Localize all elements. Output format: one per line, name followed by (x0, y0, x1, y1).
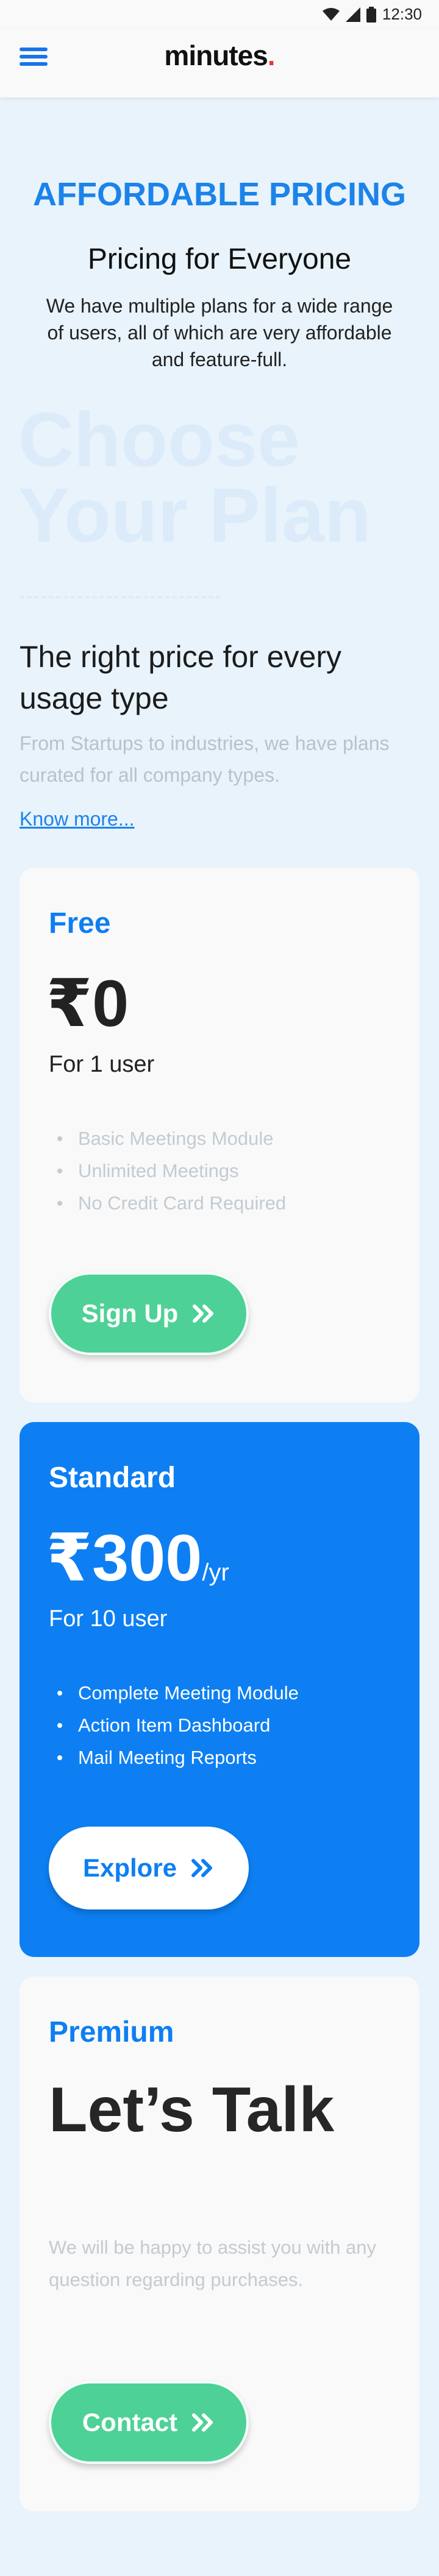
section-title: The right price for every usage type (20, 640, 341, 715)
plan-price: ₹300/yr (46, 1520, 229, 1596)
sign-up-button[interactable]: Sign Up (49, 1272, 249, 1355)
feature-item: No Credit Card Required (49, 1187, 402, 1219)
double-chevron-right-icon (192, 2413, 213, 2432)
wifi-icon (322, 7, 340, 21)
feature-item: Action Item Dashboard (49, 1709, 402, 1741)
plan-card-premium: Premium Let’s Talk We will be happy to a… (20, 1976, 419, 2511)
button-label: Sign Up (81, 1299, 179, 1328)
logo-text: minutes (164, 40, 268, 71)
hero-title: Pricing for Everyone (87, 243, 352, 275)
price-amount: ₹300 (46, 1521, 202, 1594)
plan-headline: Let’s Talk (49, 2075, 335, 2145)
plan-name: Free (49, 907, 111, 939)
plan-card-standard: Standard ₹300/yr For 10 user Complete Me… (20, 1422, 419, 1957)
plan-description: We will be happy to assist you with any … (49, 2237, 377, 2290)
battery-icon (366, 6, 376, 23)
feature-item: Unlimited Meetings (49, 1155, 402, 1187)
contact-button[interactable]: Contact (49, 2381, 249, 2464)
know-more-link[interactable]: Know more... (20, 808, 135, 830)
feature-list: Basic Meetings Module Unlimited Meetings… (49, 1122, 402, 1219)
dashed-divider (20, 596, 221, 598)
plan-name: Standard (49, 1462, 176, 1494)
button-label: Contact (82, 2408, 178, 2436)
logo-dot: . (267, 40, 276, 71)
double-chevron-right-icon (193, 1304, 214, 1323)
status-time: 12:30 (382, 5, 422, 23)
hero-eyebrow: AFFORDABLE PRICING (33, 176, 406, 213)
hero-description: We have multiple plans for a wide range … (46, 295, 393, 370)
feature-item: Complete Meeting Module (49, 1677, 402, 1709)
double-chevron-right-icon (191, 1859, 213, 1877)
signal-icon (345, 7, 360, 22)
status-icons: 12:30 (322, 5, 422, 24)
section-description: From Startups to industries, we have pla… (20, 732, 390, 786)
app-header: minutes. (0, 29, 439, 97)
plan-price: ₹0 (46, 966, 129, 1040)
feature-list: Complete Meeting Module Action Item Dash… (49, 1677, 402, 1774)
logo[interactable]: minutes. (0, 39, 439, 72)
plan-card-free: Free ₹0 For 1 user Basic Meetings Module… (20, 868, 419, 1403)
feature-item: Mail Meeting Reports (49, 1741, 402, 1774)
button-label: Explore (82, 1853, 177, 1882)
price-unit: /yr (202, 1559, 229, 1586)
plan-users: For 10 user (49, 1606, 168, 1632)
plan-name: Premium (49, 2016, 174, 2048)
feature-item: Basic Meetings Module (49, 1122, 402, 1155)
plan-users: For 1 user (49, 1052, 155, 1077)
status-bar: 12:30 (0, 0, 439, 29)
explore-button[interactable]: Explore (49, 1827, 249, 1909)
watermark-text: Choose Your Plan (18, 397, 371, 558)
